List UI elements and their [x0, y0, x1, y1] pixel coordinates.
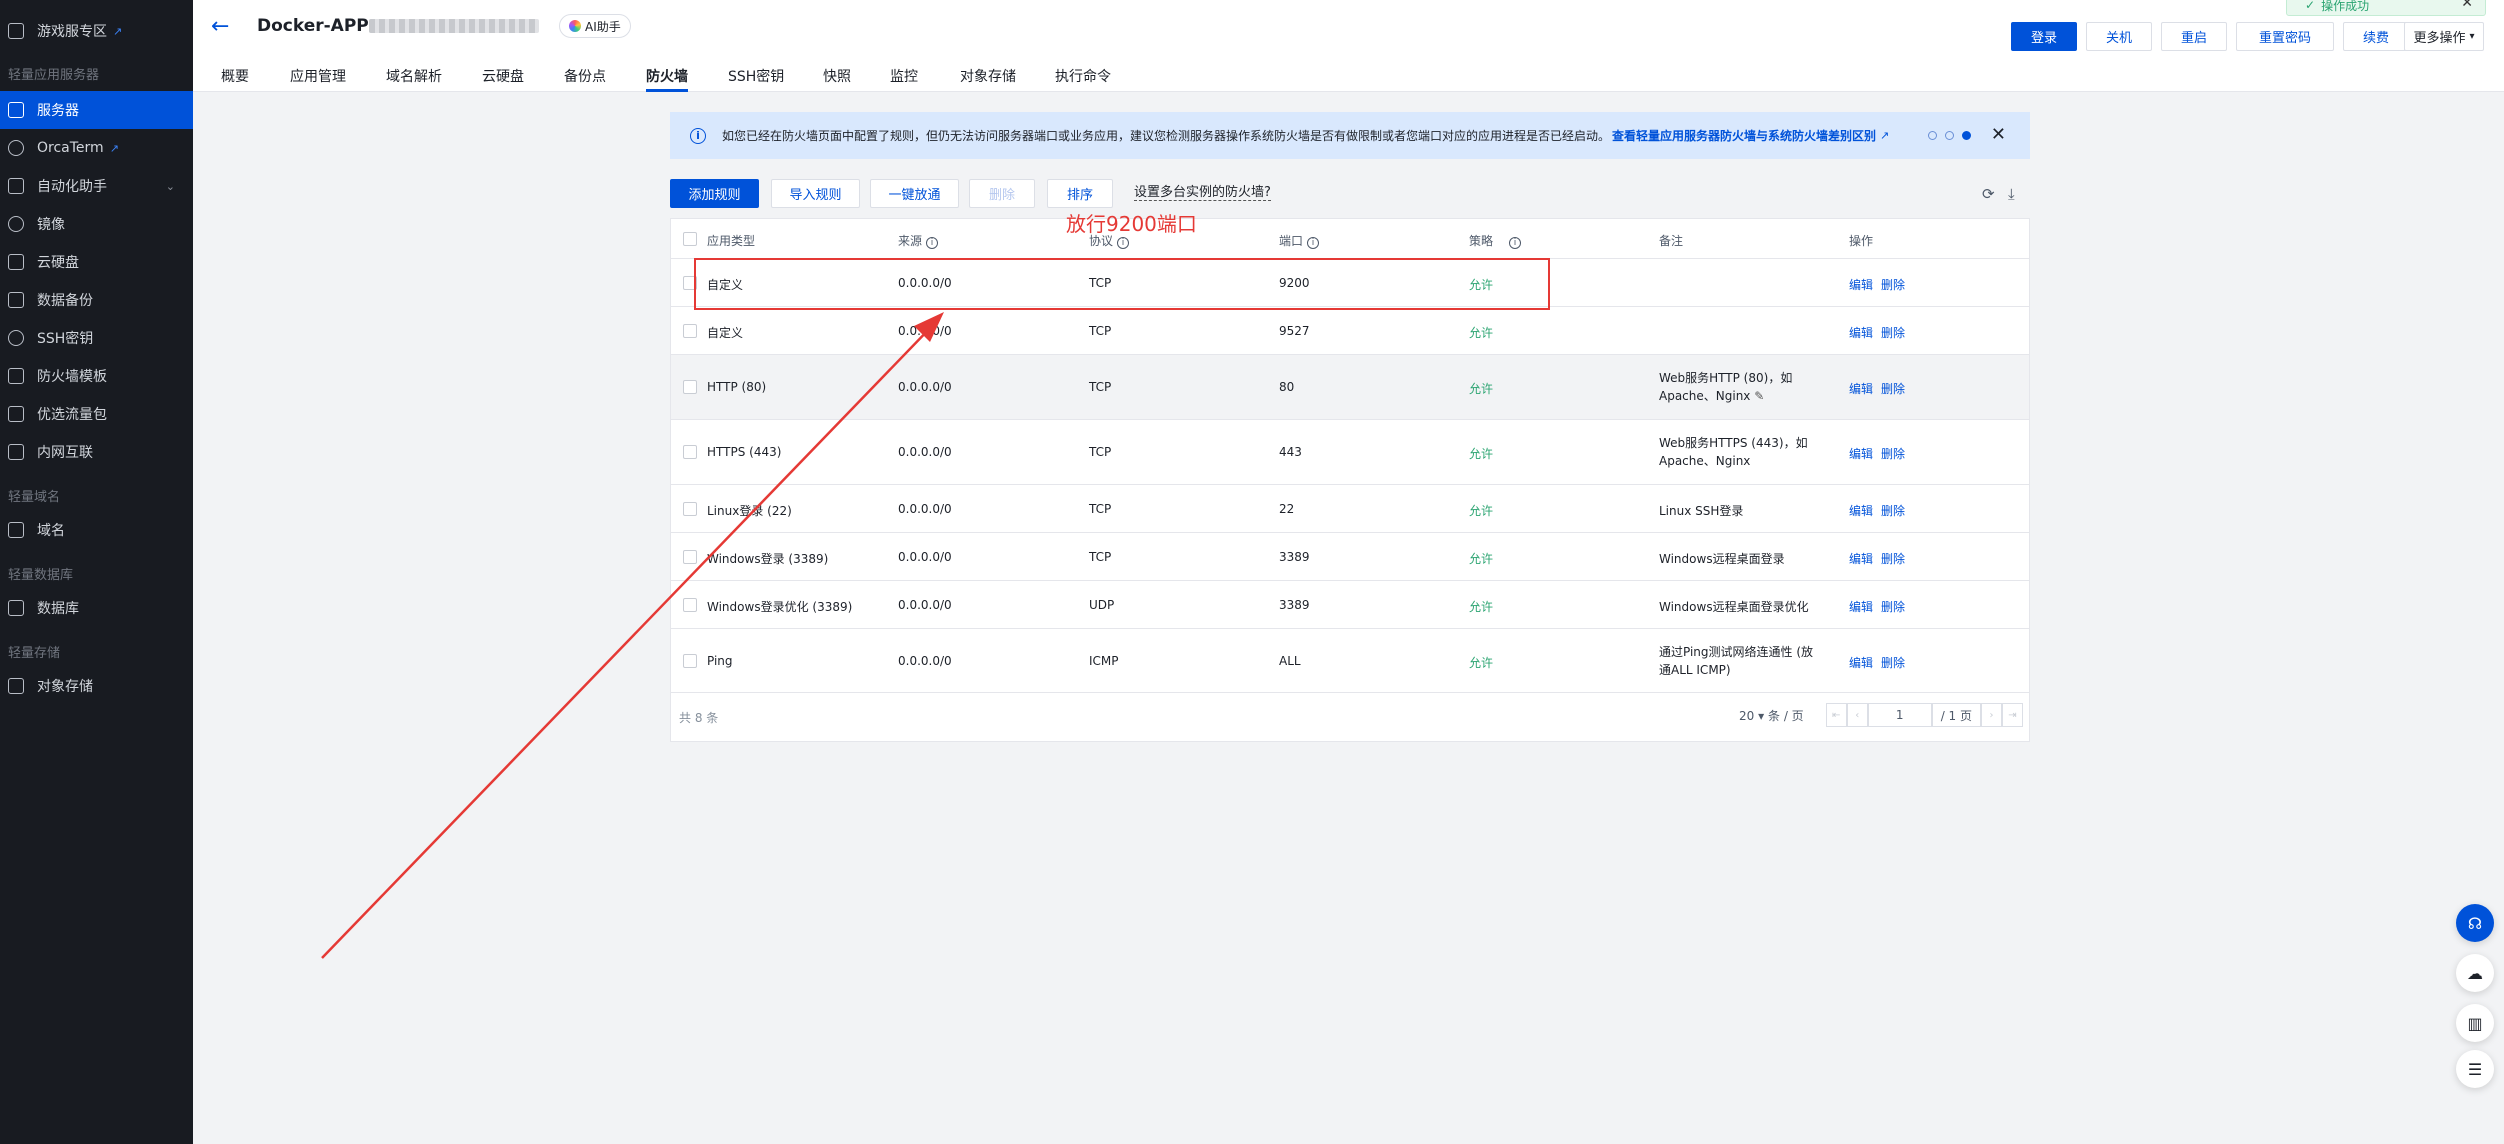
settings-list-icon[interactable]: ☰: [2456, 1050, 2494, 1088]
support-headset-icon[interactable]: ☊: [2456, 904, 2494, 942]
cloud-icon[interactable]: ☁: [2456, 954, 2494, 992]
book-icon[interactable]: ▥: [2456, 1004, 2494, 1042]
annotation-arrow: [321, 312, 944, 959]
